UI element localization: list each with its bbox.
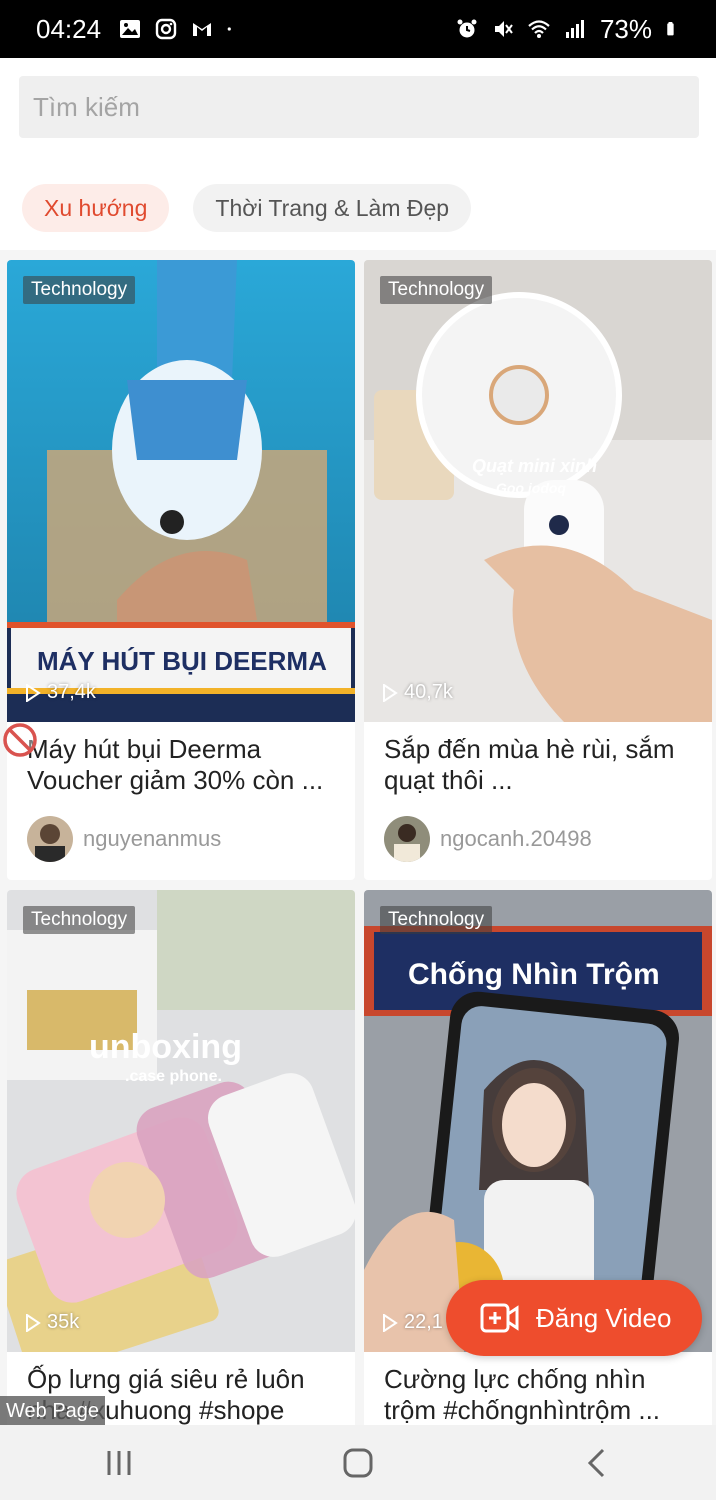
web-page-label: Web Page [0, 1396, 106, 1427]
thumbnail-overlay-subtext: Goo jodoq [496, 480, 566, 496]
video-add-icon [480, 1303, 519, 1333]
play-icon [383, 1313, 398, 1332]
video-card[interactable]: unboxing .case phone. Technology 35k Ốp … [7, 890, 355, 1425]
chip-fashion-beauty[interactable]: Thời Trang & Làm Đẹp [193, 184, 472, 232]
video-card[interactable]: MÁY HÚT BỤI DEERMA Technology 37,4k Máy … [7, 260, 355, 880]
video-title[interactable]: Cường lực chống nhìn trộm #chốngnhìntrộm… [364, 1352, 712, 1425]
status-bar: 04:24 73% [0, 0, 716, 58]
wifi-icon [528, 20, 550, 38]
thumbnail-overlay-text: unboxing [89, 1028, 242, 1066]
gmail-icon [193, 23, 212, 36]
view-count: 22,1 [382, 1311, 443, 1334]
instagram-icon [155, 18, 177, 40]
category-chips: Xu hướng Thời Trang & Làm Đẹp [22, 184, 472, 232]
mute-icon [494, 21, 513, 37]
author[interactable]: ngocanh.20498 [364, 798, 712, 880]
video-grid: MÁY HÚT BỤI DEERMA Technology 37,4k Máy … [0, 250, 716, 1425]
home-icon [343, 1448, 373, 1477]
thumbnail-image [7, 890, 355, 1352]
video-title[interactable]: Máy hút bụi Deerma Voucher giảm 30% còn … [7, 722, 355, 798]
dot-icon [227, 27, 231, 31]
view-count-value: 37,4k [47, 681, 96, 703]
blocked-icon [3, 723, 37, 757]
thumbnail-overlay-text: Chống Nhìn Trộm [408, 958, 660, 991]
play-icon [26, 1313, 41, 1332]
battery-icon [667, 22, 674, 36]
thumbnail-overlay-subtext: .case phone. [125, 1068, 222, 1085]
recent-apps-icon [107, 1450, 131, 1475]
avatar [27, 816, 73, 862]
author-name: nguyenanmus [83, 826, 222, 851]
view-count: 37,4k [25, 681, 96, 704]
category-tag: Technology [23, 906, 136, 934]
post-video-label: Đăng Video [536, 1302, 672, 1333]
chip-trending[interactable]: Xu hướng [22, 184, 170, 232]
thumbnail-overlay-text: Quạt mini xinh [472, 456, 598, 476]
view-count: 40,7k [382, 681, 453, 704]
video-thumbnail[interactable]: unboxing .case phone. Technology 35k [7, 890, 355, 1352]
avatar [384, 816, 430, 862]
view-count-value: 35k [47, 1311, 80, 1333]
status-time: 04:24 [36, 13, 102, 44]
video-thumbnail[interactable]: MÁY HÚT BỤI DEERMA Technology 37,4k [7, 260, 355, 722]
category-tag: Technology [23, 276, 136, 304]
alarm-icon [457, 19, 477, 38]
video-title[interactable]: Sắp đến mùa hè rùi, sắm quạt thôi ... [364, 722, 712, 798]
search-input[interactable]: Tìm kiếm [19, 76, 699, 138]
signal-icon [565, 20, 584, 38]
view-count: 35k [25, 1311, 79, 1334]
category-tag: Technology [380, 276, 493, 304]
header: Tìm kiếm Xu hướng Thời Trang & Làm Đẹp [0, 58, 716, 250]
video-card[interactable]: Quạt mini xinh Goo jodoq Technology 40,7… [364, 260, 712, 880]
post-video-button[interactable]: Đăng Video [446, 1280, 702, 1356]
view-count-value: 22,1 [404, 1311, 443, 1333]
search-placeholder: Tìm kiếm [33, 91, 140, 122]
category-tag: Technology [380, 906, 493, 934]
home-button[interactable] [328, 1433, 388, 1493]
view-count-value: 40,7k [404, 681, 453, 703]
video-thumbnail[interactable]: Quạt mini xinh Goo jodoq Technology 40,7… [364, 260, 712, 722]
battery-percent: 73% [599, 13, 652, 44]
author[interactable]: nguyenanmus [7, 798, 355, 880]
thumbnail-overlay-text: MÁY HÚT BỤI DEERMA [37, 646, 327, 676]
system-nav-bar [0, 1425, 716, 1500]
recent-apps-button[interactable] [89, 1433, 149, 1493]
play-icon [383, 683, 398, 702]
back-icon [587, 1448, 604, 1477]
play-icon [26, 683, 41, 702]
back-button[interactable] [567, 1433, 627, 1493]
image-icon [120, 20, 141, 38]
author-name: ngocanh.20498 [440, 826, 592, 851]
